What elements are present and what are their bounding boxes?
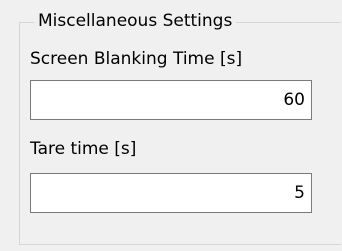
screen-blanking-time-input[interactable] bbox=[30, 80, 312, 120]
tare-time-label: Tare time [s] bbox=[30, 139, 137, 159]
settings-panel: Miscellaneous Settings Screen Blanking T… bbox=[0, 0, 342, 251]
screen-blanking-time-label: Screen Blanking Time [s] bbox=[30, 49, 243, 69]
tare-time-input[interactable] bbox=[30, 173, 312, 213]
groupbox-title: Miscellaneous Settings bbox=[34, 9, 237, 33]
